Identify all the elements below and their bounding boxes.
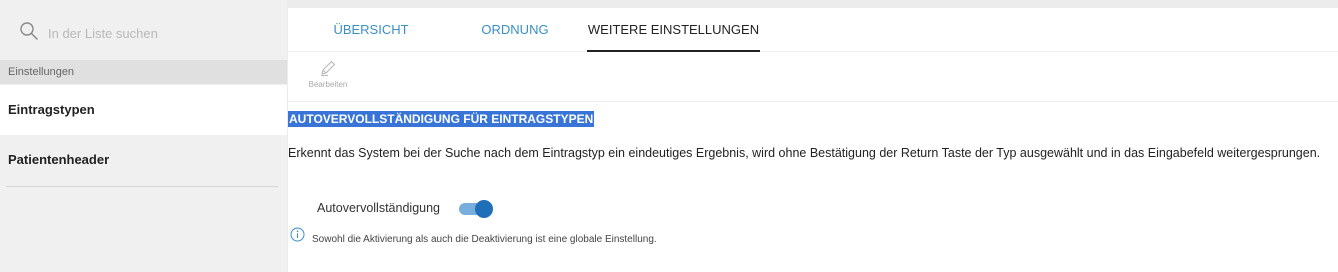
- sidebar: Einstellungen Eintragstypen Patientenhea…: [0, 0, 287, 272]
- section-title: AUTOVERVOLLSTÄNDIGUNG FÜR EINTRAGSTYPEN: [288, 111, 595, 127]
- toggle-knob: [475, 200, 493, 218]
- sidebar-item-patientenheader[interactable]: Patientenheader: [0, 135, 287, 185]
- hint-text: Sowohl die Aktivierung als auch die Deak…: [312, 234, 657, 245]
- autocomplete-label: Autovervollständigung: [317, 201, 440, 215]
- section-description: Erkennt das System bei der Suche nach de…: [288, 146, 1321, 160]
- sidebar-divider: [6, 186, 278, 187]
- tab-uebersicht[interactable]: ÜBERSICHT: [304, 8, 438, 52]
- search-bar: [0, 8, 287, 58]
- edit-button[interactable]: Bearbeiten: [306, 59, 350, 95]
- tab-bar: ÜBERSICHT ORDNUNG WEITERE EINSTELLUNGEN: [288, 8, 1338, 52]
- search-icon[interactable]: [19, 21, 39, 46]
- search-input[interactable]: [48, 25, 268, 41]
- toolbar: Bearbeiten: [288, 53, 1338, 102]
- main-panel: ÜBERSICHT ORDNUNG WEITERE EINSTELLUNGEN …: [288, 8, 1338, 272]
- sidebar-section-header: Einstellungen: [0, 60, 287, 84]
- autocomplete-toggle[interactable]: [459, 200, 493, 218]
- info-icon: [290, 227, 305, 242]
- tab-ordnung[interactable]: ORDNUNG: [454, 8, 576, 52]
- tab-weitere-einstellungen[interactable]: WEITERE EINSTELLUNGEN: [587, 8, 760, 52]
- sidebar-item-eintragstypen[interactable]: Eintragstypen: [0, 85, 287, 135]
- pencil-icon: [321, 60, 336, 77]
- edit-button-label: Bearbeiten: [308, 80, 348, 89]
